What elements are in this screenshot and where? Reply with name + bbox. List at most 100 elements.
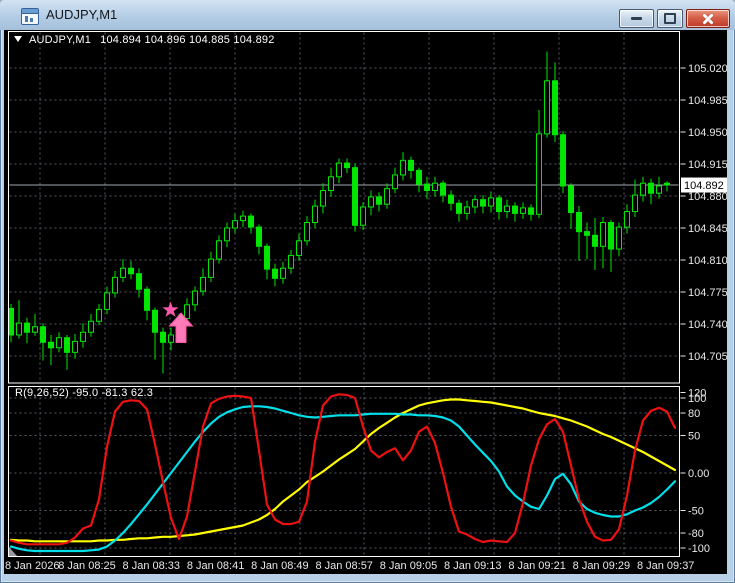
time-label: 8 Jan 09:37: [637, 560, 695, 572]
candle: [624, 211, 630, 228]
candle: [200, 276, 206, 292]
candle: [256, 226, 262, 247]
price-tick-label: 104.775: [688, 287, 727, 299]
time-axis: 8 Jan 20268 Jan 08:25 8 Jan 08:33 8 Jan 08…: [5, 560, 694, 572]
candle: [320, 190, 326, 207]
candle: [64, 337, 70, 353]
candle: [136, 273, 142, 290]
candle: [184, 304, 190, 320]
candle: [144, 288, 150, 311]
candle: [312, 205, 318, 224]
candle: [648, 182, 654, 194]
candle: [168, 334, 174, 343]
time-label: 8 Jan 08:33: [123, 560, 181, 572]
candle: [192, 290, 198, 306]
icon-bar-1: [25, 16, 28, 22]
candle: [376, 196, 382, 205]
time-label: 8 Jan 09:21: [508, 560, 566, 572]
candle: [448, 194, 454, 204]
candle: [560, 134, 566, 187]
indicator-tick-label: 80: [688, 408, 700, 420]
candle: [464, 206, 470, 214]
candle: [512, 205, 518, 214]
title-bar[interactable]: AUDJPY,M1: [0, 0, 735, 30]
close-button[interactable]: [686, 9, 730, 28]
minimize-button[interactable]: [619, 9, 654, 28]
candle: [216, 240, 222, 260]
candle: [552, 80, 558, 136]
candle: [424, 183, 430, 192]
candle: [400, 159, 406, 176]
price-tick-label: 104.915: [688, 159, 727, 171]
candle: [368, 196, 374, 208]
candle: [632, 194, 638, 213]
symbol-label: AUDJPY,M1: [29, 34, 92, 46]
time-label: 8 Jan 2026: [5, 560, 59, 572]
chart-canvas[interactable]: 105.020104.985104.950104.915104.880104.8…: [4, 30, 727, 574]
time-label: 8 Jan 08:49: [251, 560, 309, 572]
candle: [344, 162, 350, 169]
candle: [528, 207, 534, 215]
indicator-tick-label: -100: [688, 543, 710, 555]
window-controls: [619, 9, 730, 28]
candle: [304, 222, 310, 242]
candle: [96, 308, 102, 322]
candle: [224, 227, 230, 242]
price-tick-label: 105.020: [688, 63, 727, 75]
candle: [360, 206, 366, 226]
candle: [16, 322, 22, 336]
candle: [456, 202, 462, 214]
candle: [536, 133, 542, 215]
restore-button[interactable]: [657, 9, 683, 28]
candle: [584, 231, 590, 236]
price-tick-label: 104.740: [688, 319, 727, 331]
price-tick-label: 104.705: [688, 351, 727, 363]
candle: [616, 226, 622, 250]
time-label: 8 Jan 09:13: [444, 560, 502, 572]
price-tick-label: 104.950: [688, 127, 727, 139]
chart-background: [4, 30, 727, 574]
candle: [472, 199, 478, 208]
candle: [576, 211, 582, 233]
candle: [232, 220, 238, 229]
icon-bar-2: [30, 18, 33, 22]
candle: [640, 182, 646, 196]
restore-icon: [664, 13, 676, 24]
candle: [568, 185, 574, 213]
dropdown-triangle-icon[interactable]: [14, 36, 22, 43]
minimize-icon: [631, 17, 642, 20]
time-label: 8 Jan 08:57: [315, 560, 373, 572]
price-tick-label: 104.845: [688, 223, 727, 235]
candle: [384, 188, 390, 205]
price-tick-label: 104.810: [688, 255, 727, 267]
time-label: 8 Jan 08:41: [187, 560, 245, 572]
indicator-tick-label: 100: [688, 393, 706, 405]
time-label: 8 Jan 09:29: [573, 560, 631, 572]
candle: [656, 185, 662, 194]
price-tick-label: 104.880: [688, 191, 727, 203]
candle: [328, 176, 334, 192]
candle: [488, 197, 494, 207]
chart-symbol-header: AUDJPY,M1 104.894 104.896 104.885 104.892: [14, 34, 275, 46]
candle: [48, 341, 54, 349]
candle: [112, 276, 118, 294]
candle: [288, 254, 294, 269]
candle: [88, 320, 94, 333]
candle: [408, 159, 414, 171]
candle: [160, 331, 166, 343]
candle: [600, 222, 606, 247]
indicator-tick-label: -50: [688, 506, 704, 518]
candle: [392, 174, 398, 190]
window-title: AUDJPY,M1: [46, 7, 118, 22]
candle: [72, 340, 78, 353]
chart-client-area: 105.020 104.985 104.950 104.915 104.880 104.8…: [4, 30, 727, 574]
candle: [8, 307, 14, 336]
candle: [432, 182, 438, 192]
time-label: 8 Jan 09:05: [380, 560, 438, 572]
candle: [32, 326, 38, 333]
indicator-header: R(9,26,52) -95.0 -81.3 62.3: [15, 387, 154, 399]
chart-window-icon: [21, 8, 39, 25]
candle: [336, 162, 342, 178]
candle: [496, 197, 502, 213]
candle: [280, 267, 286, 279]
